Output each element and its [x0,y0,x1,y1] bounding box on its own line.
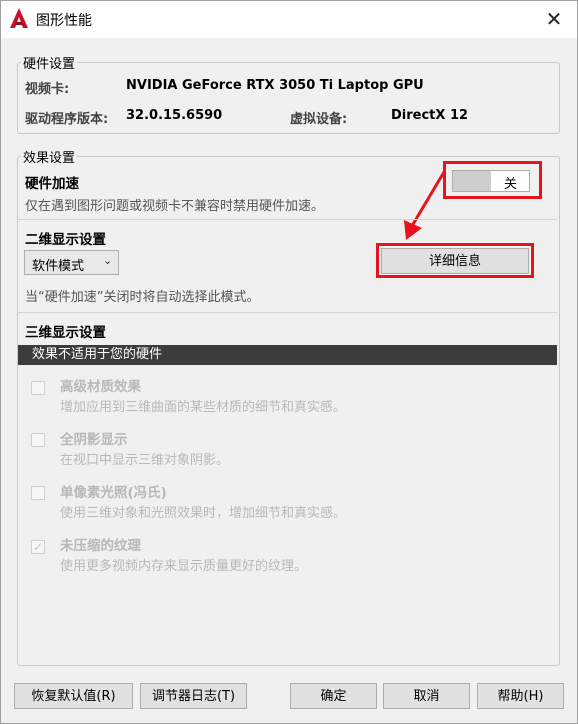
option-checkbox-uncompressed-textures[interactable]: ✓ [31,540,45,554]
effects-settings-legend: 效果设置 [21,147,78,166]
3d-display-settings-title: 三维显示设置 [25,325,106,341]
details-highlight-box [376,243,534,278]
cancel-button[interactable]: 取消 [383,683,470,709]
option-checkbox-advanced-material[interactable] [31,381,45,395]
hardware-settings-legend: 硬件设置 [21,53,78,72]
hardware-acceleration-title: 硬件加速 [25,176,79,192]
video-card-label: 视频卡: [25,82,70,97]
tuner-log-button[interactable]: 调节器日志(T) [140,683,247,709]
hardware-acceleration-desc: 仅在遇到图形问题或视频卡不兼容时禁用硬件加速。 [25,199,325,214]
close-button[interactable]: ✕ [540,6,568,32]
red-arrow-icon [404,171,446,240]
window-title: 图形性能 [36,13,92,29]
separator-2 [18,312,557,313]
ok-button[interactable]: 确定 [290,683,377,709]
option-desc-uncompressed-textures: 使用更多视频内存来显示质量更好的纹理。 [60,559,308,574]
chevron-down-icon: ⌄ [103,254,113,267]
toggle-highlight-box [443,161,542,199]
autocad-logo-icon [10,8,28,32]
2d-mode-value: 软件模式 [32,259,85,274]
title-bar: 图形性能 ✕ [0,0,578,38]
reset-defaults-button[interactable]: 恢复默认值(R) [14,683,133,709]
option-checkbox-per-pixel-lighting[interactable] [31,486,45,500]
checkmark-icon: ✓ [32,540,44,554]
option-desc-per-pixel-lighting: 使用三维对象和光照效果时，增加细节和真实感。 [60,506,347,521]
option-desc-full-shadows: 在视口中显示三维对象阴影。 [60,453,230,468]
video-card-value: NVIDIA GeForce RTX 3050 Ti Laptop GPU [126,78,424,93]
help-button[interactable]: 帮助(H) [477,683,564,709]
option-checkbox-full-shadows[interactable] [31,433,45,447]
separator-1 [18,219,557,220]
option-title-per-pixel-lighting: 单像素光照(冯氏) [60,485,167,501]
driver-version-label: 驱动程序版本: [25,112,109,127]
not-applicable-bar: 效果不适用于您的硬件 [18,345,557,365]
option-title-uncompressed-textures: 未压缩的纹理 [60,538,141,554]
virtual-device-value: DirectX 12 [391,108,469,123]
driver-version-value: 32.0.15.6590 [126,108,223,123]
option-title-full-shadows: 全阴影显示 [60,432,128,448]
option-desc-advanced-material: 增加应用到三维曲面的某些材质的细节和真实感。 [60,400,347,415]
option-title-advanced-material: 高级材质效果 [60,379,141,395]
2d-mode-desc: 当“硬件加速”关闭时将自动选择此模式。 [25,290,260,305]
2d-mode-select[interactable]: 软件模式 ⌄ [24,250,119,275]
2d-display-settings-title: 二维显示设置 [25,232,106,248]
virtual-device-label: 虚拟设备: [290,112,348,127]
